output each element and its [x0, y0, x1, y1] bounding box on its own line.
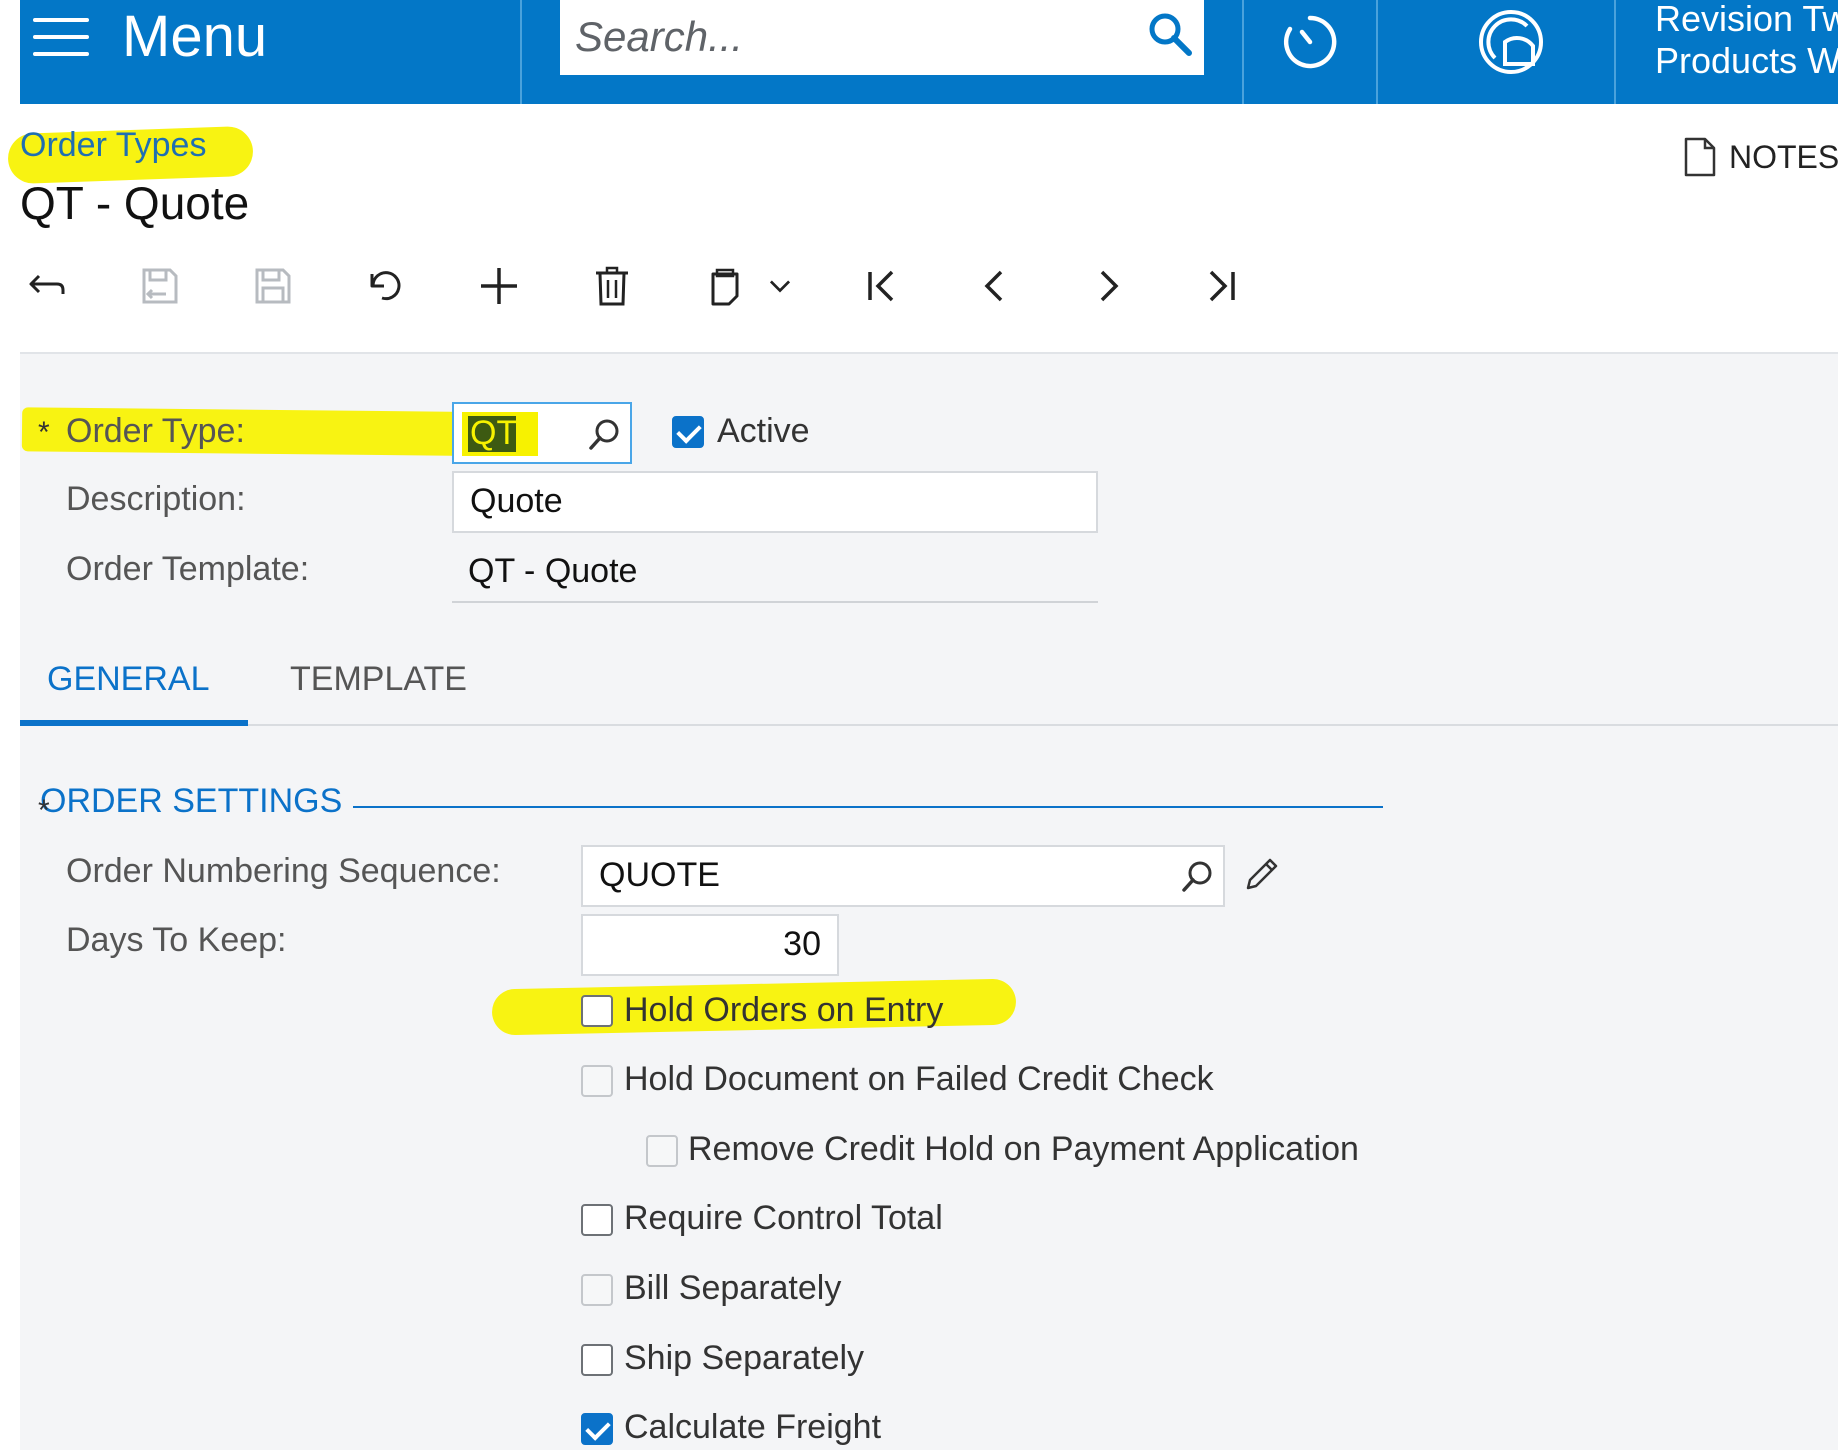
remove-credit-hold-label: Remove Credit Hold on Payment Applicatio… [688, 1130, 1359, 1168]
order-type-label: Order Type: [66, 412, 245, 450]
hold-document-credit-check-label: Hold Document on Failed Credit Check [624, 1060, 1214, 1098]
hamburger-icon [33, 18, 89, 56]
field-underline [452, 601, 1098, 603]
search-icon[interactable] [1145, 9, 1195, 59]
copy-paste-button[interactable] [698, 260, 752, 312]
first-icon [868, 270, 894, 302]
menu-label: Menu [122, 4, 268, 69]
description-value: Quote [470, 482, 563, 520]
section-divider [353, 806, 1383, 808]
save-close-icon [142, 268, 178, 304]
save-button[interactable] [246, 260, 300, 312]
plus-icon [481, 268, 517, 304]
divider [1376, 0, 1378, 104]
top-bar: Menu Revision Tw Products Wh [20, 0, 1838, 104]
required-marker: * [38, 794, 50, 827]
days-to-keep-value: 30 [783, 925, 821, 963]
divider [1614, 0, 1616, 104]
save-and-close-button[interactable] [133, 260, 187, 312]
section-title: ORDER SETTINGS [40, 782, 343, 820]
chevron-right-icon [1100, 270, 1119, 302]
add-button[interactable] [472, 260, 526, 312]
hold-orders-on-entry-checkbox[interactable] [581, 995, 613, 1027]
active-checkbox[interactable] [672, 416, 704, 448]
trash-icon [596, 266, 628, 306]
ship-separately-label: Ship Separately [624, 1339, 865, 1377]
search-input[interactable] [575, 8, 1115, 66]
require-control-total-label: Require Control Total [624, 1199, 943, 1237]
lookup-search-icon[interactable] [1181, 859, 1215, 893]
bill-separately-label: Bill Separately [624, 1269, 842, 1307]
next-record-button[interactable] [1081, 260, 1135, 312]
required-marker: * [38, 416, 50, 449]
first-record-button[interactable] [855, 260, 909, 312]
calculate-freight-checkbox[interactable] [581, 1413, 613, 1445]
page-title: QT - Quote [20, 177, 250, 229]
order-type-field[interactable]: QT [452, 402, 632, 464]
hold-orders-on-entry-label: Hold Orders on Entry [624, 991, 944, 1029]
search-box[interactable] [560, 0, 1204, 75]
clock-icon[interactable] [1278, 10, 1342, 74]
lookup-search-icon[interactable] [588, 417, 622, 451]
previous-record-button[interactable] [968, 260, 1022, 312]
cancel-button[interactable] [359, 260, 413, 312]
divider [520, 0, 522, 104]
divider [1242, 0, 1244, 104]
breadcrumb[interactable]: Order Types [20, 126, 206, 165]
save-icon [255, 268, 291, 304]
order-template-value[interactable]: QT - Quote [468, 552, 637, 591]
remove-credit-hold-checkbox[interactable] [646, 1135, 678, 1167]
description-field[interactable]: Quote [452, 471, 1098, 533]
notes-button[interactable]: NOTES [1683, 136, 1838, 178]
company-line-1: Revision Tw [1655, 0, 1838, 39]
undo-icon [370, 271, 401, 301]
company-selector[interactable]: Revision Tw Products Wh [1655, 0, 1838, 82]
order-type-value: QT [470, 414, 518, 452]
active-tab-indicator [20, 720, 248, 726]
numbering-sequence-value: QUOTE [599, 856, 720, 894]
chevron-left-icon [984, 270, 1003, 302]
tabs-divider [20, 724, 1838, 726]
document-icon [1684, 137, 1716, 177]
days-to-keep-field[interactable]: 30 [581, 914, 839, 976]
form-area: * Order Type: QT Active Description: Quo… [20, 354, 1838, 1450]
pencil-icon[interactable] [1242, 856, 1280, 894]
clipboard-icon [711, 268, 739, 306]
company-line-2: Products Wh [1655, 40, 1838, 81]
order-template-label: Order Template: [66, 550, 310, 588]
require-control-total-checkbox[interactable] [581, 1204, 613, 1236]
numbering-sequence-label: Order Numbering Sequence: [66, 852, 501, 890]
active-label: Active [717, 412, 810, 450]
notes-label: NOTES [1729, 138, 1838, 175]
chevron-down-icon [769, 280, 791, 293]
description-label: Description: [66, 480, 246, 518]
copy-paste-dropdown[interactable] [760, 260, 800, 312]
orbit-logo-icon[interactable] [1475, 6, 1547, 78]
bill-separately-checkbox[interactable] [581, 1274, 613, 1306]
back-button[interactable] [20, 260, 74, 312]
last-record-button[interactable] [1194, 260, 1248, 312]
numbering-sequence-field[interactable]: QUOTE [581, 845, 1225, 907]
days-to-keep-label: Days To Keep: [66, 921, 287, 959]
hold-document-credit-check-checkbox[interactable] [581, 1065, 613, 1097]
toolbar [0, 250, 1300, 320]
tab-general[interactable]: GENERAL [47, 660, 210, 699]
tab-template[interactable]: TEMPLATE [290, 660, 467, 699]
ship-separately-checkbox[interactable] [581, 1344, 613, 1376]
last-icon [1209, 270, 1235, 302]
delete-button[interactable] [585, 260, 639, 312]
menu-button[interactable]: Menu [20, 0, 520, 104]
back-arrow-icon [29, 274, 65, 294]
calculate-freight-label: Calculate Freight [624, 1408, 882, 1446]
